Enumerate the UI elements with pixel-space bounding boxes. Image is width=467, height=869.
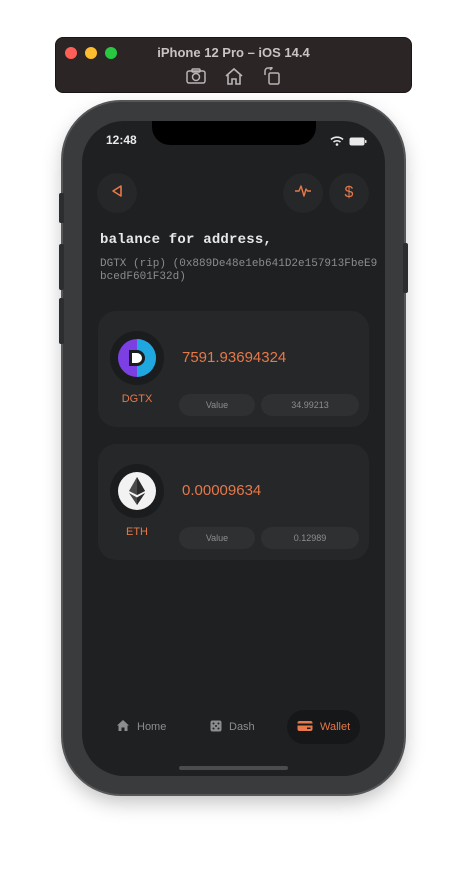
value-amount: 0.12989	[261, 527, 359, 549]
asset-amount: 7591.93694324	[182, 349, 287, 366]
back-button[interactable]	[97, 173, 137, 213]
dollar-icon: $	[344, 184, 354, 201]
mute-switch	[59, 193, 64, 223]
tab-home-label: Home	[137, 721, 167, 733]
tab-bar: Home Dash Wallet	[82, 710, 385, 746]
tab-home[interactable]: Home	[106, 710, 176, 744]
rotate-icon[interactable]	[261, 66, 283, 86]
tab-dash-label: Dash	[229, 721, 255, 733]
simulator-title: iPhone 12 Pro – iOS 14.4	[157, 45, 310, 60]
volume-down-button	[59, 298, 64, 344]
ethereum-logo	[110, 464, 164, 518]
asset-card-eth[interactable]: ETH 0.00009634 Value 0.12989	[98, 444, 369, 560]
asset-card-dgtx[interactable]: DGTX 7591.93694324 Value 34.99213	[98, 311, 369, 427]
pulse-icon	[294, 184, 312, 203]
home-indicator	[179, 766, 288, 770]
price-button[interactable]: $	[329, 173, 369, 213]
dgtx-logo	[110, 331, 164, 385]
asset-symbol: ETH	[126, 526, 148, 538]
tab-wallet-label: Wallet	[320, 721, 351, 733]
status-time: 12:48	[106, 133, 137, 147]
page-title: balance for address,	[100, 232, 273, 248]
activity-button[interactable]	[283, 173, 323, 213]
camera-icon[interactable]	[185, 66, 207, 86]
tab-dash[interactable]: Dash	[200, 710, 265, 744]
triangle-left-icon	[110, 184, 124, 203]
volume-up-button	[59, 244, 64, 290]
tab-wallet[interactable]: Wallet	[287, 710, 361, 744]
home-icon[interactable]	[223, 66, 245, 86]
notch	[152, 121, 316, 145]
dice-icon	[210, 720, 222, 735]
phone-screen: 12:48 $ balance for address, DGTX (rip) …	[82, 121, 385, 776]
asset-amount: 0.00009634	[182, 482, 262, 499]
status-icons	[330, 133, 367, 151]
house-icon	[116, 719, 130, 735]
battery-icon	[349, 133, 367, 151]
wallet-icon	[297, 720, 313, 735]
simulator-window-bar: iPhone 12 Pro – iOS 14.4	[55, 37, 412, 93]
simulator-toolbar	[56, 66, 411, 86]
value-label: Value	[179, 394, 255, 416]
power-button	[403, 243, 408, 293]
value-label: Value	[179, 527, 255, 549]
wifi-icon	[330, 133, 344, 151]
wallet-address: DGTX (rip) (0x889De48e1eb641D2e157913Fbe…	[100, 258, 378, 283]
asset-symbol: DGTX	[121, 393, 153, 405]
value-amount: 34.99213	[261, 394, 359, 416]
